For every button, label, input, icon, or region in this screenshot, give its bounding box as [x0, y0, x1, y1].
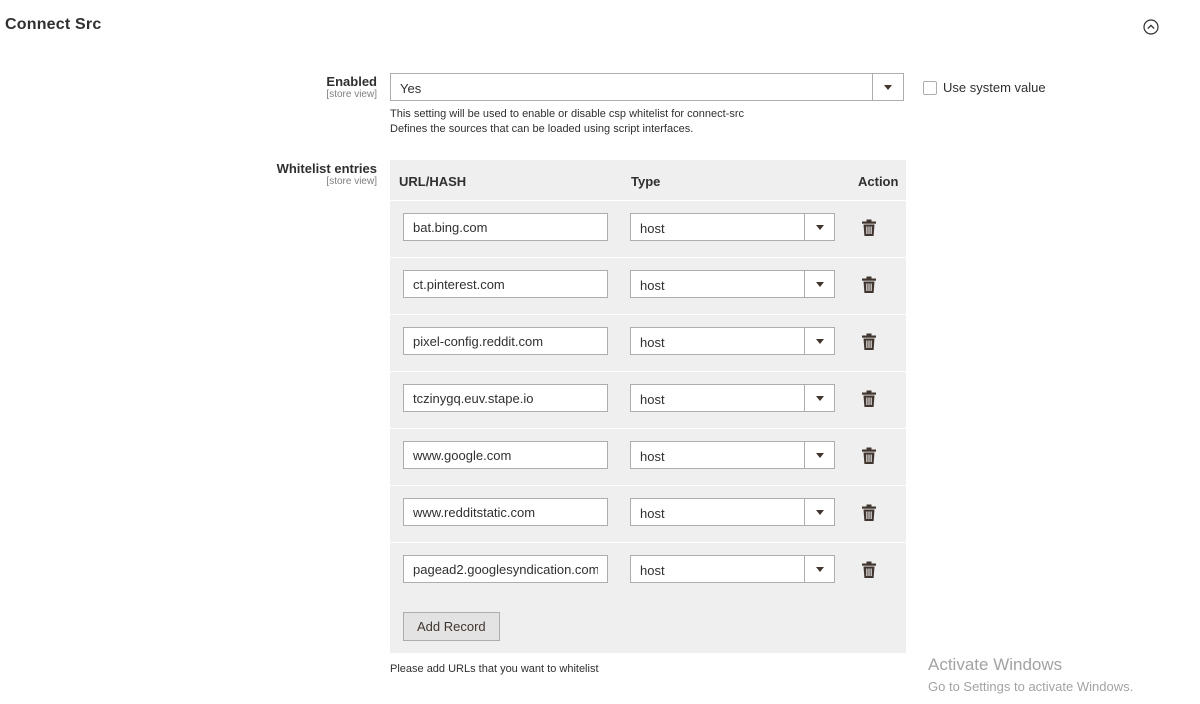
chevron-down-icon: [815, 339, 824, 344]
use-system-value-checkbox[interactable]: [923, 80, 937, 95]
type-select[interactable]: host: [630, 441, 835, 469]
use-system-value-label: Use system value: [943, 80, 1046, 95]
enabled-select-value: Yes: [400, 81, 422, 96]
type-select-arrow[interactable]: [804, 499, 834, 525]
chevron-down-icon: [815, 396, 824, 401]
type-select-arrow[interactable]: [804, 271, 834, 297]
type-select-arrow[interactable]: [804, 214, 834, 240]
section-title[interactable]: Connect Src: [5, 16, 101, 34]
config-page: Connect Src Enabled [store view] Yes Use…: [0, 0, 1200, 704]
trash-icon[interactable]: [862, 219, 876, 236]
enabled-scope: [store view]: [326, 89, 377, 100]
chevron-down-icon: [815, 453, 824, 458]
enabled-select-arrow[interactable]: [872, 74, 903, 100]
whitelist-label: Whitelist entries [store view]: [277, 162, 377, 188]
type-select[interactable]: host: [630, 327, 835, 355]
url-input[interactable]: [403, 384, 608, 412]
table-row: host: [390, 200, 906, 258]
url-input[interactable]: [403, 270, 608, 298]
type-select-value: host: [640, 335, 665, 350]
type-select-value: host: [640, 449, 665, 464]
whitelist-grid: URL/HASH Type Action host host: [390, 160, 906, 653]
url-input[interactable]: [403, 555, 608, 583]
use-system-value[interactable]: Use system value: [923, 80, 1046, 95]
trash-icon[interactable]: [862, 333, 876, 350]
table-row: host: [390, 257, 906, 315]
table-row: host: [390, 371, 906, 429]
type-select-value: host: [640, 506, 665, 521]
trash-icon[interactable]: [862, 390, 876, 407]
url-input[interactable]: [403, 213, 608, 241]
url-input[interactable]: [403, 441, 608, 469]
type-select[interactable]: host: [630, 555, 835, 583]
trash-icon[interactable]: [862, 447, 876, 464]
watermark-line1: Activate Windows: [928, 655, 1063, 674]
table-row: host: [390, 485, 906, 543]
table-row: host: [390, 542, 906, 600]
chevron-down-icon: [815, 567, 824, 572]
table-row: host: [390, 314, 906, 372]
url-input[interactable]: [403, 498, 608, 526]
type-select-value: host: [640, 392, 665, 407]
watermark-line2: Go to Settings to activate Windows.: [928, 679, 1134, 694]
chevron-down-icon: [884, 85, 892, 90]
enabled-label: Enabled [store view]: [326, 75, 377, 101]
whitelist-scope: [store view]: [326, 176, 377, 187]
type-select-arrow[interactable]: [804, 442, 834, 468]
url-input[interactable]: [403, 327, 608, 355]
enabled-note-line2: Defines the sources that can be loaded u…: [390, 123, 694, 135]
enabled-note-line1: This setting will be used to enable or d…: [390, 108, 745, 120]
chevron-down-icon: [815, 225, 824, 230]
trash-icon[interactable]: [862, 561, 876, 578]
windows-activation-watermark: Activate Windows Go to Settings to activ…: [928, 655, 1133, 696]
enabled-label-text: Enabled: [326, 74, 377, 89]
add-record-button[interactable]: Add Record: [403, 612, 500, 641]
enabled-select[interactable]: Yes: [390, 73, 904, 101]
type-select-arrow[interactable]: [804, 385, 834, 411]
enabled-note: This setting will be used to enable or d…: [390, 107, 744, 137]
chevron-down-icon: [815, 510, 824, 515]
type-select-arrow[interactable]: [804, 328, 834, 354]
whitelist-label-text: Whitelist entries: [276, 161, 377, 176]
type-select[interactable]: host: [630, 213, 835, 241]
trash-icon[interactable]: [862, 276, 876, 293]
trash-icon[interactable]: [862, 504, 876, 521]
column-header-url: URL/HASH: [399, 174, 467, 189]
type-select-arrow[interactable]: [804, 556, 834, 582]
column-header-action: Action: [858, 174, 899, 189]
type-select-value: host: [640, 278, 665, 293]
chevron-down-icon: [815, 282, 824, 287]
type-select-value: host: [640, 563, 665, 578]
type-select[interactable]: host: [630, 270, 835, 298]
column-header-type: Type: [631, 174, 661, 189]
table-row: host: [390, 428, 906, 486]
type-select-value: host: [640, 221, 665, 236]
whitelist-note: Please add URLs that you want to whiteli…: [390, 663, 599, 675]
type-select[interactable]: host: [630, 498, 835, 526]
type-select[interactable]: host: [630, 384, 835, 412]
chevron-up-circle-icon[interactable]: [1143, 19, 1159, 35]
